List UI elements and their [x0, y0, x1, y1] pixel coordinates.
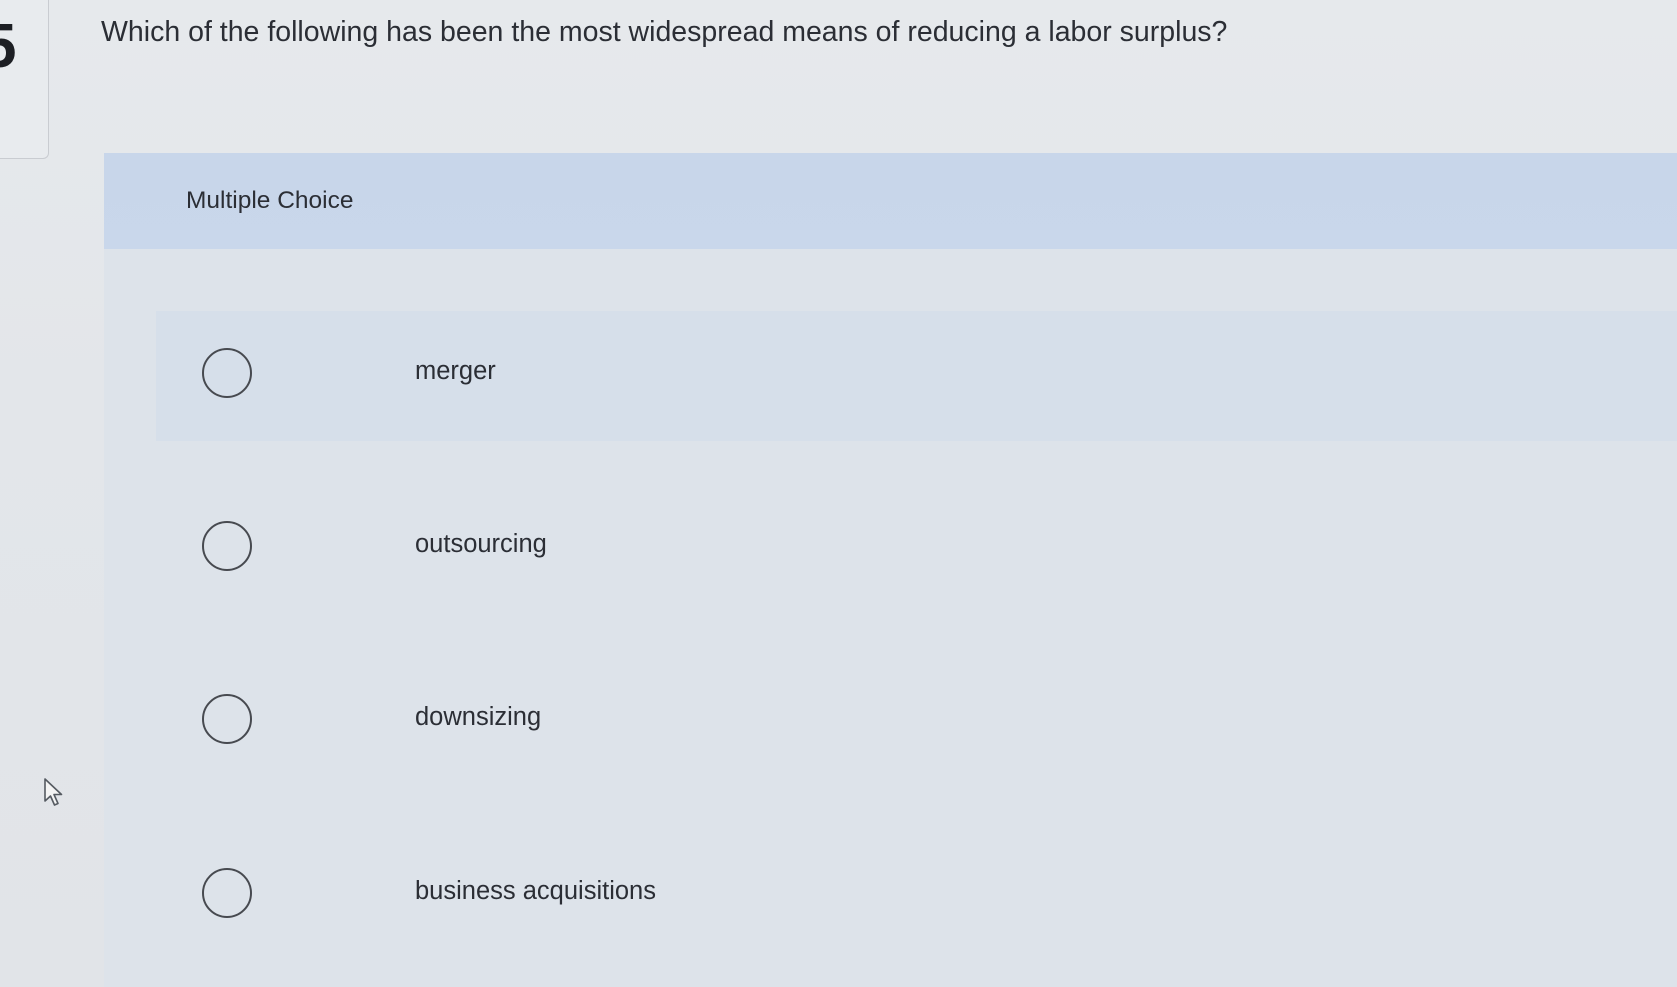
question-number: 5	[0, 16, 16, 78]
radio-circle-icon[interactable]	[202, 521, 252, 571]
multiple-choice-section: Multiple Choice merger outsourcing downs…	[104, 153, 1677, 987]
radio-circle-icon[interactable]	[202, 868, 252, 918]
option-label[interactable]: outsourcing	[415, 530, 547, 559]
option-business-acquisitions[interactable]: business acquisitions	[202, 864, 902, 924]
radio-circle-icon[interactable]	[202, 694, 252, 744]
mouse-pointer-icon	[44, 778, 63, 806]
option-downsizing[interactable]: downsizing	[202, 690, 902, 750]
question-number-panel: 5	[0, 0, 49, 159]
question-text: Which of the following has been the most…	[101, 16, 1228, 48]
choice-header: Multiple Choice	[104, 153, 1677, 249]
radio-circle-icon[interactable]	[202, 348, 252, 398]
option-outsourcing[interactable]: outsourcing	[202, 517, 902, 577]
option-label[interactable]: merger	[415, 357, 496, 386]
option-merger[interactable]: merger	[202, 344, 902, 404]
option-label[interactable]: business acquisitions	[415, 877, 656, 906]
choice-header-label: Multiple Choice	[186, 187, 354, 214]
option-label[interactable]: downsizing	[415, 703, 541, 732]
